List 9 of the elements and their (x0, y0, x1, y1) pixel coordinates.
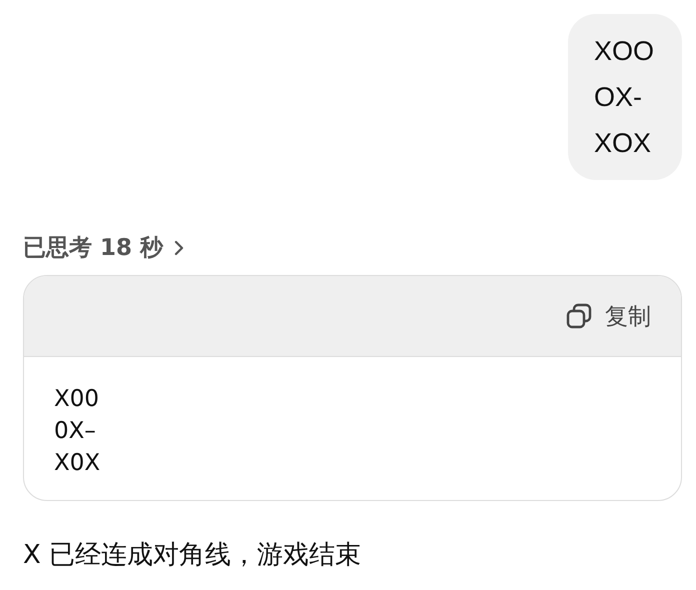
message-line: OX- (594, 81, 644, 114)
thinking-toggle[interactable]: 已思考 18 秒 (23, 232, 186, 263)
code-text: X00 0X– X0X (54, 385, 102, 478)
message-line: XOO (594, 35, 655, 68)
chevron-icon (173, 238, 186, 256)
message-line: XOX (594, 127, 652, 160)
copy-button[interactable]: 复制 (565, 300, 651, 332)
reply-text: X 已经连成对角线，游戏结束 (23, 539, 362, 572)
copy-icon (565, 302, 593, 330)
